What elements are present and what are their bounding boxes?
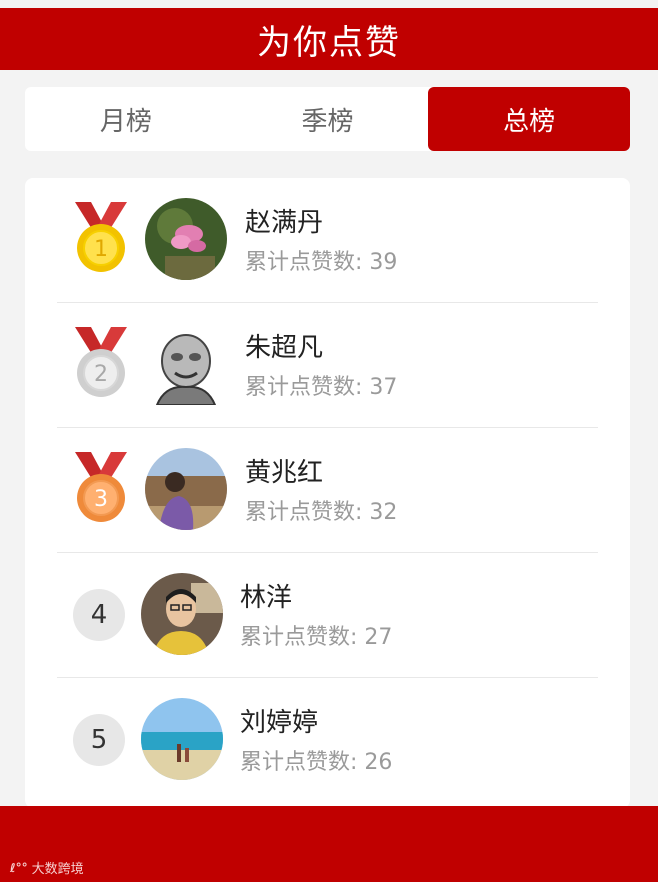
like-count: 累计点赞数: 26 — [240, 750, 393, 775]
list-item[interactable]: 3 黄兆红 累计点赞数: 32 — [25, 428, 630, 553]
list-item[interactable]: 5 刘婷婷 累计点赞数: 26 — [25, 678, 630, 803]
tab-overall-label: 总榜 — [503, 106, 556, 137]
watermark-logo: ℓ°° — [10, 860, 28, 875]
avatar[interactable] — [145, 323, 227, 405]
user-name: 林洋 — [240, 583, 293, 613]
list-item[interactable]: 1 赵满丹 累计点赞数: 39 — [25, 178, 630, 303]
user-name: 刘婷婷 — [240, 708, 319, 738]
list-item[interactable]: 4 林洋 累计点赞数: 27 — [25, 553, 630, 678]
user-name: 赵满丹 — [245, 208, 324, 238]
list-item[interactable]: 2 朱超凡 累计点赞数: 37 — [25, 303, 630, 428]
rank-number: 2 — [94, 362, 108, 387]
like-count: 累计点赞数: 39 — [245, 250, 398, 275]
like-count: 累计点赞数: 27 — [240, 625, 393, 650]
tab-quarterly[interactable]: 季榜 — [227, 87, 429, 151]
period-tabs: 月榜 季榜 总榜 — [25, 87, 631, 151]
tab-overall[interactable]: 总榜 — [428, 87, 631, 151]
avatar[interactable] — [145, 198, 227, 280]
bottom-bar — [0, 806, 658, 882]
watermark-text: 大数跨境 — [31, 862, 84, 877]
rank-number: 4 — [90, 600, 108, 630]
user-name: 朱超凡 — [245, 333, 324, 363]
tab-monthly-label: 月榜 — [99, 106, 152, 137]
rank-number: 5 — [90, 725, 108, 755]
rank-number: 3 — [94, 487, 108, 512]
rank-badge: 4 — [73, 589, 125, 641]
bronze-medal-icon: 3 — [75, 452, 127, 522]
like-count: 累计点赞数: 37 — [245, 375, 398, 400]
avatar[interactable] — [145, 448, 227, 530]
watermark: ℓ°° 大数跨境 — [10, 858, 84, 878]
leaderboard-screen: 为你点赞 月榜 季榜 总榜 1 赵满丹 累计点赞数: 39 2 朱超凡 累计点赞… — [0, 0, 658, 882]
gold-medal-icon: 1 — [75, 202, 127, 272]
like-count: 累计点赞数: 32 — [245, 500, 398, 525]
avatar[interactable] — [141, 698, 223, 780]
tab-quarterly-label: 季榜 — [301, 106, 354, 137]
silver-medal-icon: 2 — [75, 327, 127, 397]
rank-badge: 5 — [73, 714, 125, 766]
rank-number: 1 — [94, 237, 108, 262]
ranking-list: 1 赵满丹 累计点赞数: 39 2 朱超凡 累计点赞数: 37 3 黄兆红 累计… — [25, 178, 630, 808]
page-header: 为你点赞 — [0, 8, 658, 70]
user-name: 黄兆红 — [245, 458, 324, 488]
tab-monthly[interactable]: 月榜 — [25, 87, 227, 151]
page-title: 为你点赞 — [257, 22, 401, 63]
avatar[interactable] — [141, 573, 223, 655]
